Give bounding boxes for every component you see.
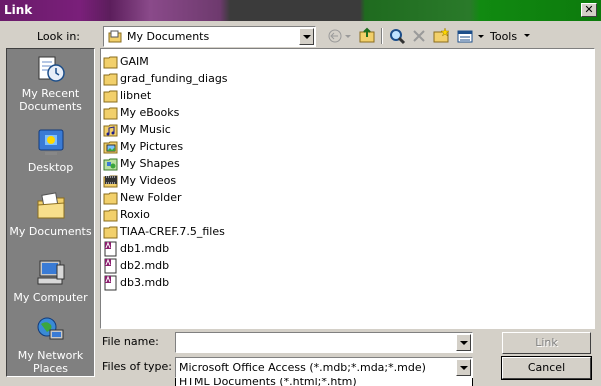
place-my-documents[interactable]: My Documents bbox=[7, 191, 94, 238]
filetype-dropdown[interactable]: Microsoft Office Access (*.mdb;*.mda;*.m… bbox=[175, 357, 473, 378]
tools-menu-label: Tools bbox=[490, 30, 518, 43]
back-button[interactable] bbox=[326, 26, 346, 46]
music-folder-icon bbox=[103, 124, 118, 137]
lookin-value: My Documents bbox=[127, 30, 210, 43]
filetype-value: Microsoft Office Access (*.mdb;*.mda;*.m… bbox=[179, 361, 426, 374]
folder-icon bbox=[103, 56, 118, 69]
place-my-recent-documents[interactable]: My Recent Documents bbox=[7, 53, 94, 113]
file-name: grad_funding_diags bbox=[120, 72, 228, 85]
close-button[interactable]: ✕ bbox=[581, 3, 597, 17]
delete-button[interactable] bbox=[409, 26, 429, 46]
file-name: db2.mdb bbox=[120, 259, 170, 272]
place-my-computer[interactable]: My Computer bbox=[7, 257, 94, 304]
lookin-dropdown[interactable]: My Documents bbox=[103, 26, 316, 47]
shapes-folder-icon bbox=[103, 158, 118, 171]
views-icon bbox=[457, 30, 473, 43]
pictures-folder-icon bbox=[103, 141, 118, 154]
access-db-icon bbox=[104, 275, 117, 291]
filetype-dropdown-button[interactable] bbox=[456, 359, 471, 376]
filetype-option[interactable]: HTML Documents (*.html;*.htm) bbox=[179, 378, 357, 386]
folder-icon bbox=[103, 73, 118, 86]
desktop-icon bbox=[38, 129, 63, 155]
folder-icon bbox=[103, 209, 118, 222]
chevron-down-icon bbox=[478, 35, 484, 38]
place-desktop[interactable]: Desktop bbox=[7, 127, 94, 174]
link-dialog: Link ✕ Look in: My Documents Tools My Re… bbox=[0, 0, 601, 386]
create-new-folder-button[interactable] bbox=[431, 26, 451, 46]
file-name: My Videos bbox=[120, 174, 177, 187]
my-documents-icon bbox=[108, 30, 122, 43]
file-name: My eBooks bbox=[120, 106, 180, 119]
recent-documents-icon bbox=[38, 56, 65, 82]
toolbar-separator bbox=[381, 28, 383, 44]
place-label: My Computer bbox=[13, 291, 88, 304]
filename-field[interactable] bbox=[175, 332, 473, 353]
lookin-dropdown-button[interactable] bbox=[299, 28, 314, 45]
place-label: My Network Places bbox=[17, 349, 84, 375]
folder-icon bbox=[103, 107, 118, 120]
file-name: My Music bbox=[120, 123, 171, 136]
file-name: New Folder bbox=[120, 191, 182, 204]
up-folder-icon bbox=[359, 27, 375, 43]
place-my-network-places[interactable]: My Network Places bbox=[7, 315, 94, 375]
back-dropdown[interactable] bbox=[344, 26, 352, 46]
my-computer-icon bbox=[37, 260, 64, 285]
title-bar: Link ✕ bbox=[0, 0, 601, 21]
file-list[interactable]: GAIM grad_funding_diags libnet My eBooks… bbox=[100, 48, 595, 329]
filetype-label: Files of type: bbox=[102, 360, 173, 373]
delete-icon bbox=[413, 30, 425, 42]
views-button[interactable] bbox=[455, 26, 475, 46]
link-button[interactable]: Link bbox=[502, 332, 591, 354]
search-icon bbox=[390, 29, 406, 45]
cancel-button-label: Cancel bbox=[527, 361, 566, 374]
network-places-icon bbox=[37, 317, 63, 340]
tools-menu[interactable]: Tools bbox=[490, 30, 531, 43]
my-documents-icon bbox=[37, 192, 64, 219]
chevron-down-icon bbox=[523, 34, 530, 37]
file-name: libnet bbox=[120, 89, 152, 102]
access-db-icon bbox=[104, 258, 117, 274]
filetype-options-list[interactable]: HTML Documents (*.html;*.htm) bbox=[175, 378, 473, 386]
place-label: My Documents bbox=[9, 225, 92, 238]
up-one-level-button[interactable] bbox=[357, 26, 377, 46]
folder-icon bbox=[103, 90, 118, 103]
cancel-button[interactable]: Cancel bbox=[501, 356, 592, 380]
dialog-title: Link bbox=[4, 3, 33, 17]
file-name: My Shapes bbox=[120, 157, 180, 170]
link-button-label: Link bbox=[535, 336, 558, 349]
file-name: My Pictures bbox=[120, 140, 184, 153]
places-bar: My Recent Documents Desktop My Documents bbox=[6, 48, 95, 377]
back-arrow-icon bbox=[328, 29, 342, 43]
place-label: My Recent Documents bbox=[19, 87, 82, 113]
folder-icon bbox=[103, 192, 118, 205]
new-folder-icon bbox=[433, 27, 450, 43]
views-dropdown[interactable] bbox=[477, 26, 485, 46]
chevron-down-icon bbox=[345, 35, 351, 38]
file-name: db1.mdb bbox=[120, 242, 170, 255]
lookin-label: Look in: bbox=[37, 30, 80, 43]
file-name: Roxio bbox=[120, 208, 150, 221]
filename-dropdown-button[interactable] bbox=[456, 334, 471, 351]
search-web-button[interactable] bbox=[387, 26, 407, 46]
filename-label: File name: bbox=[102, 335, 159, 348]
folder-icon bbox=[103, 226, 118, 239]
file-name: GAIM bbox=[120, 55, 149, 68]
file-name: db3.mdb bbox=[120, 276, 170, 289]
file-name: TIAA-CREF.7.5_files bbox=[120, 225, 225, 238]
access-db-icon bbox=[104, 241, 117, 257]
place-label: Desktop bbox=[27, 161, 74, 174]
videos-folder-icon bbox=[103, 175, 118, 188]
